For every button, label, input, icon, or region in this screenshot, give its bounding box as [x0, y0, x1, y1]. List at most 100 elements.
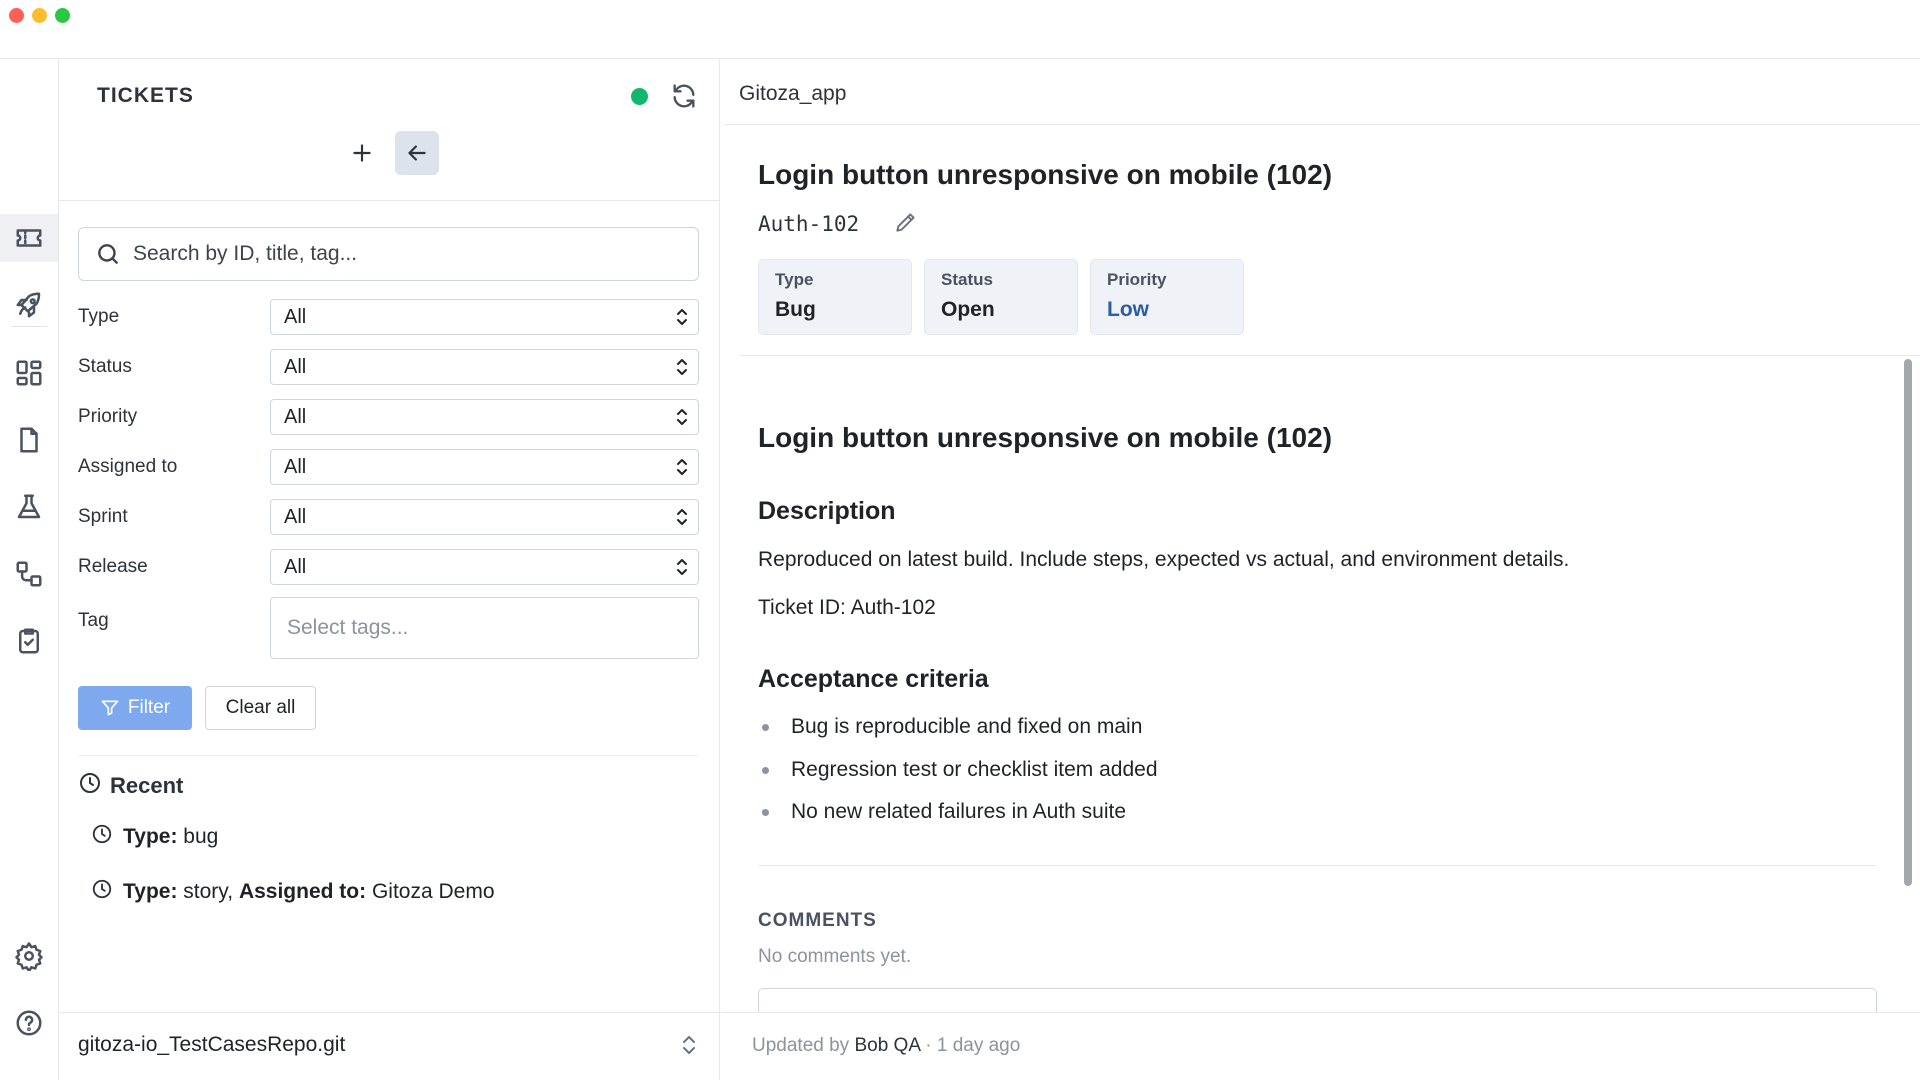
rail-item-help[interactable]: [0, 999, 58, 1047]
clock-icon: [91, 823, 113, 851]
help-icon: [16, 1010, 42, 1036]
select-value: All: [284, 505, 307, 528]
filter-row-status: Status All: [78, 349, 699, 385]
header-divider: [725, 124, 1920, 125]
rocket-icon: [16, 292, 41, 318]
type-card: Type Bug: [758, 259, 912, 335]
scrollbar[interactable]: [1900, 356, 1914, 1010]
repository-selector[interactable]: gitoza-io_TestCasesRepo.git: [59, 1012, 719, 1080]
filter-row-sprint: Sprint All: [78, 499, 699, 535]
release-select[interactable]: All: [270, 549, 699, 585]
clear-all-button[interactable]: Clear all: [205, 686, 316, 730]
maximize-window-button[interactable]: [55, 8, 70, 23]
rail-item-tickets[interactable]: [0, 214, 58, 262]
edit-ticket-button[interactable]: [893, 209, 919, 240]
select-value: All: [284, 355, 307, 378]
rail-item-tests[interactable]: [0, 483, 58, 531]
chevron-updown-icon: [674, 306, 690, 328]
filter-label: Sprint: [78, 506, 128, 527]
window-titlebar: [0, 0, 1920, 59]
card-label: Status: [941, 270, 993, 289]
clipboard-check-icon: [19, 628, 39, 654]
list-item: Bug is reproducible and fixed on main: [762, 715, 1142, 739]
close-window-button[interactable]: [9, 8, 24, 23]
card-value: Bug: [775, 298, 816, 321]
workflow-icon: [16, 561, 42, 587]
minimize-window-button[interactable]: [32, 8, 47, 23]
refresh-icon: [673, 84, 695, 108]
card-value: Open: [941, 298, 995, 321]
priority-card: Priority Low: [1090, 259, 1244, 335]
select-value: All: [284, 455, 307, 478]
chevron-updown-icon: [674, 506, 690, 528]
filter-row-assigned-to: Assigned to All: [78, 449, 699, 485]
type-select[interactable]: All: [270, 299, 699, 335]
sprint-select[interactable]: All: [270, 499, 699, 535]
rail-item-workflows[interactable]: [0, 550, 58, 598]
cards-divider: [740, 355, 1920, 356]
scrollbar-thumb[interactable]: [1904, 359, 1912, 886]
ticket-icon: [16, 229, 42, 247]
recent-title: Recent: [110, 773, 184, 798]
new-ticket-button[interactable]: [340, 131, 384, 175]
project-title: Gitoza_app: [739, 82, 847, 105]
plus-icon: [353, 144, 371, 162]
card-label: Type: [775, 270, 814, 289]
rail-item-documents[interactable]: [0, 416, 58, 464]
card-label: Priority: [1107, 270, 1167, 289]
chevron-updown-icon: [674, 556, 690, 578]
filter-label: Assigned to: [78, 456, 178, 477]
chevron-updown-icon: [681, 1033, 697, 1062]
filter-label: Type: [78, 306, 120, 327]
recent-search-text: Type: story, Assigned to: Gitoza Demo: [123, 880, 495, 903]
rail-item-checklists[interactable]: [0, 617, 58, 665]
panel-divider: [59, 200, 719, 201]
clear-all-label: Clear all: [225, 697, 296, 718]
status-card: Status Open: [924, 259, 1078, 335]
search-box[interactable]: [78, 227, 699, 281]
tag-select-input[interactable]: Select tags...: [270, 597, 699, 659]
back-button[interactable]: [395, 131, 439, 175]
search-input[interactable]: [133, 242, 673, 266]
recent-divider: [78, 755, 699, 756]
description-heading: Description: [758, 497, 896, 525]
arrow-left-icon: [408, 145, 426, 161]
description-text: Reproduced on latest build. Include step…: [758, 548, 1570, 571]
rail-item-dashboards[interactable]: [0, 349, 58, 397]
filter-label: Status: [78, 356, 132, 377]
clock-icon: [78, 771, 102, 801]
recent-search-item[interactable]: Type: story, Assigned to: Gitoza Demo: [91, 878, 495, 906]
filter-row-priority: Priority All: [78, 399, 699, 435]
comments-heading: COMMENTS: [758, 910, 877, 931]
filter-icon: [101, 700, 119, 716]
comments-divider: [758, 865, 1877, 866]
pencil-icon: [896, 213, 915, 232]
priority-select[interactable]: All: [270, 399, 699, 435]
comment-input[interactable]: [758, 988, 1877, 1012]
assigned-to-select[interactable]: All: [270, 449, 699, 485]
rail-divider: [11, 326, 47, 327]
filter-button[interactable]: Filter: [78, 686, 192, 730]
list-item: No new related failures in Auth suite: [762, 800, 1126, 824]
filter-label: Priority: [78, 406, 138, 427]
rail-item-settings[interactable]: [0, 932, 58, 980]
filter-row-release: Release All: [78, 549, 699, 585]
filter-button-label: Filter: [127, 697, 171, 718]
updated-info: Updated by Bob QA · 1 day ago: [752, 1035, 1021, 1056]
search-icon: [98, 244, 118, 264]
refresh-button[interactable]: [669, 81, 699, 111]
filter-row-type: Type All: [78, 299, 699, 335]
filter-label: Release: [78, 556, 148, 577]
status-select[interactable]: All: [270, 349, 699, 385]
file-icon: [20, 427, 38, 453]
recent-search-text: Type: bug: [123, 825, 219, 848]
tickets-panel: TICKETS Type All Status All Priority All: [59, 59, 720, 1080]
chevron-updown-icon: [674, 356, 690, 378]
select-value: All: [284, 555, 307, 578]
recent-search-item[interactable]: Type: bug: [91, 823, 218, 851]
select-value: All: [284, 405, 307, 428]
updated-by-user: Bob QA: [854, 1035, 920, 1056]
panel-title: TICKETS: [97, 84, 194, 107]
grid-icon: [16, 360, 42, 386]
rail-item-releases[interactable]: [0, 281, 58, 329]
